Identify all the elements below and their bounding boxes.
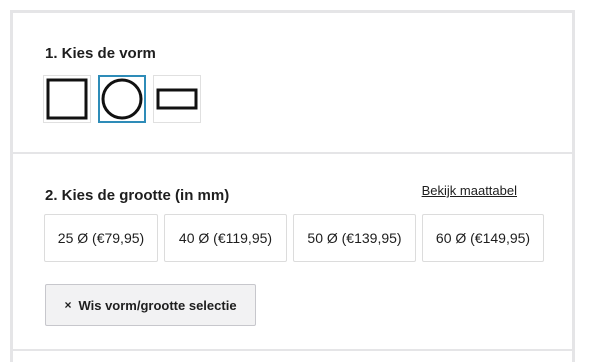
size-option-25[interactable]: 25 Ø (€79,95) (44, 214, 158, 262)
close-icon: × (64, 298, 72, 312)
size-section-heading: 2. Kies de grootte (in mm) (45, 187, 230, 204)
size-section: 2. Kies de grootte (in mm) Bekijk maatta… (13, 154, 572, 351)
size-option-50[interactable]: 50 Ø (€139,95) (293, 214, 416, 262)
shape-section: 1. Kies de vorm (13, 13, 572, 154)
square-shape-icon (46, 78, 88, 120)
size-option-40[interactable]: 40 Ø (€119,95) (164, 214, 287, 262)
shape-section-heading: 1. Kies de vorm (45, 45, 156, 62)
clear-selection-button[interactable]: × Wis vorm/grootte selectie (45, 284, 256, 326)
rectangle-shape-icon (156, 88, 198, 110)
circle-shape-icon (101, 78, 143, 120)
clear-selection-label: Wis vorm/grootte selectie (78, 297, 237, 313)
shape-option-square[interactable] (43, 75, 91, 123)
product-options-panel: 1. Kies de vorm 2. Kies de grootte (in m… (10, 10, 575, 362)
shape-option-rectangle[interactable] (153, 75, 201, 123)
size-option-60[interactable]: 60 Ø (€149,95) (422, 214, 544, 262)
size-table-link[interactable]: Bekijk maattabel (422, 183, 517, 198)
shape-option-circle[interactable] (98, 75, 146, 123)
